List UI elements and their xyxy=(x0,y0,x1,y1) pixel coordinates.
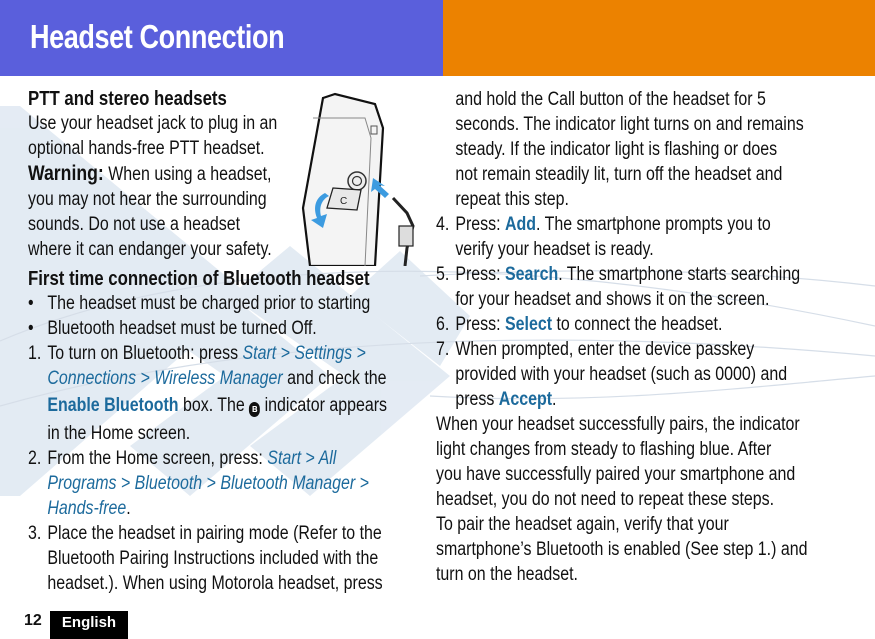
body-text: light changes from steady to flashing bl… xyxy=(436,439,772,460)
bluetooth-icon: ʙ xyxy=(249,402,261,417)
page-title: Headset Connection xyxy=(30,18,285,55)
step-7: 7. When prompted, enter the device passke… xyxy=(436,339,755,360)
step-3-continued: and hold the Call button of the headset … xyxy=(455,89,766,110)
body-text: To pair the headset again, verify that y… xyxy=(436,514,729,535)
step-5: 5. Press: Search. The smartphone starts s… xyxy=(436,264,801,285)
page-number: 12 xyxy=(24,612,42,629)
step-3: 3. Place the headset in pairing mode (Ref… xyxy=(28,523,382,544)
step-4: 4. Press: Add. The smartphone prompts you… xyxy=(436,214,771,235)
step-2: 2. From the Home screen, press: Start > A… xyxy=(28,448,337,469)
menu-path: Programs > Bluetooth > Bluetooth Manager… xyxy=(47,473,369,494)
option-select: Select xyxy=(504,314,553,335)
body-text: turn on the headset. xyxy=(436,564,578,585)
bullet-item: • Bluetooth headset must be turned Off. xyxy=(28,318,317,339)
bullet-icon: • xyxy=(28,318,34,339)
option-add: Add xyxy=(504,214,537,235)
right-column: and hold the Call button of the headset … xyxy=(436,87,831,587)
body-text: smartphone’s Bluetooth is enabled (See s… xyxy=(436,539,808,560)
body-text: headset, you do not need to repeat these… xyxy=(436,489,775,510)
section-heading-bluetooth: First time connection of Bluetooth heads… xyxy=(28,268,370,290)
warning-paragraph: Warning: When using a headset, xyxy=(28,162,272,185)
option-accept: Accept xyxy=(498,389,553,410)
menu-path: Hands-free xyxy=(47,498,127,519)
bullet-icon: • xyxy=(28,293,34,314)
option-enable-bluetooth: Enable Bluetooth xyxy=(47,395,179,416)
menu-path: Start > All xyxy=(267,448,337,469)
menu-path: Start > Settings > xyxy=(242,343,366,364)
left-column: PTT and stereo headsets Use your headset… xyxy=(28,87,414,596)
body-text: Use your headset jack to plug in an xyxy=(28,113,278,134)
language-badge: English xyxy=(50,611,128,639)
body-text: you have successfully paired your smartp… xyxy=(436,464,796,485)
bullet-item: • The headset must be charged prior to st… xyxy=(28,293,371,314)
body-text: When your headset successfully pairs, th… xyxy=(436,414,800,435)
section-heading-ptt: PTT and stereo headsets xyxy=(28,88,227,110)
menu-path: Connections > Wireless Manager xyxy=(47,368,283,389)
step-6: 6. Press: Select to connect the headset. xyxy=(436,314,723,335)
warning-label: Warning: xyxy=(28,162,104,185)
body-text: sounds. Do not use a headset xyxy=(28,214,241,235)
body-text: where it can endanger your safety. xyxy=(28,239,272,260)
option-search: Search xyxy=(504,264,559,285)
step-1: 1. To turn on Bluetooth: press Start > Se… xyxy=(28,343,366,364)
body-text: optional hands-free PTT headset. xyxy=(28,138,265,159)
header-bar-orange xyxy=(443,0,875,76)
body-text: you may not hear the surrounding xyxy=(28,189,267,210)
